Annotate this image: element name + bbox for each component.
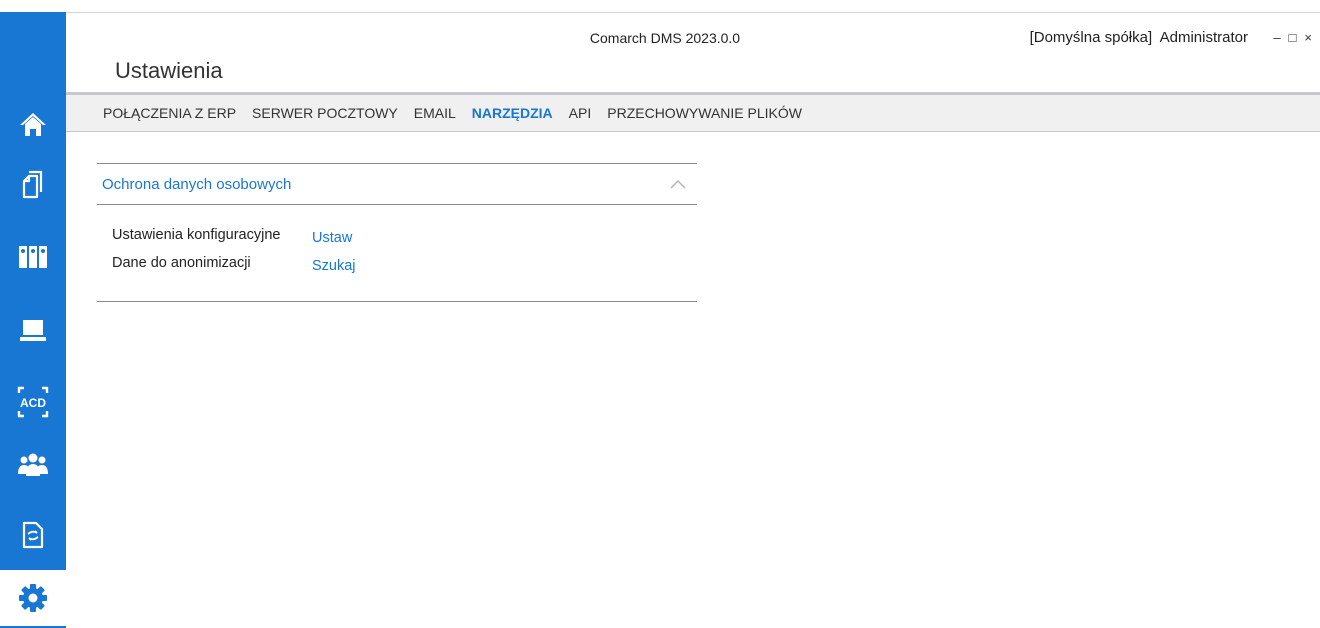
tab-erp-connections[interactable]: POŁĄCZENIA Z ERP xyxy=(103,105,236,121)
document-sync-icon xyxy=(22,521,44,549)
sidebar-item-users[interactable] xyxy=(0,441,66,489)
settings-gear-icon xyxy=(19,584,47,612)
sidebar: ACD xyxy=(0,0,66,628)
row-label: Dane do anonimizacji xyxy=(112,255,251,271)
sidebar-item-workstation[interactable] xyxy=(0,306,66,354)
sidebar-item-binders[interactable] xyxy=(0,232,66,280)
user-info: [Domyślna spółka] Administrator xyxy=(1029,29,1248,46)
close-button[interactable]: × xyxy=(1304,30,1312,45)
panel-body: Ustawienia konfiguracyjne Ustaw Dane do … xyxy=(97,205,697,302)
minimize-button[interactable]: – xyxy=(1273,30,1280,45)
tab-api[interactable]: API xyxy=(569,105,592,121)
panel-header[interactable]: Ochrona danych osobowych xyxy=(97,164,697,205)
settings-row: Dane do anonimizacji Szukaj xyxy=(112,255,697,283)
sidebar-item-documents[interactable] xyxy=(0,161,66,209)
sidebar-item-document-sync[interactable] xyxy=(0,511,66,559)
chevron-up-icon[interactable] xyxy=(669,178,687,190)
documents-icon xyxy=(22,170,43,199)
tab-file-storage[interactable]: PRZECHOWYWANIE PLIKÓW xyxy=(607,105,802,121)
laptop-icon xyxy=(20,320,46,341)
personal-data-protection-panel: Ochrona danych osobowych Ustawienia konf… xyxy=(97,163,697,302)
search-anonymization-link[interactable]: Szukaj xyxy=(312,258,356,274)
tab-tools[interactable]: NARZĘDZIA xyxy=(472,105,553,121)
tab-mail-server[interactable]: SERWER POCZTOWY xyxy=(252,105,398,121)
window-top-border xyxy=(66,12,1320,13)
binders-icon xyxy=(19,246,47,268)
page-title: Ustawienia xyxy=(115,58,223,83)
panel-title: Ochrona danych osobowych xyxy=(102,175,292,193)
svg-text:ACD: ACD xyxy=(20,396,46,410)
set-configuration-link[interactable]: Ustaw xyxy=(312,230,352,246)
settings-row: Ustawienia konfiguracyjne Ustaw xyxy=(112,227,697,255)
maximize-button[interactable]: □ xyxy=(1289,30,1297,45)
users-icon xyxy=(18,453,48,476)
settings-tabs: POŁĄCZENIA Z ERP SERWER POCZTOWY EMAIL N… xyxy=(66,92,1320,132)
sidebar-item-acd[interactable]: ACD xyxy=(0,378,66,426)
sidebar-item-settings[interactable] xyxy=(0,570,66,626)
row-label: Ustawienia konfiguracyjne xyxy=(112,227,281,243)
app-title-text: Comarch DMS 2023.0.0 xyxy=(589,30,741,46)
sidebar-item-home[interactable] xyxy=(0,100,66,148)
home-icon xyxy=(20,113,46,136)
window-controls: – □ × xyxy=(1273,30,1312,45)
acd-scan-icon: ACD xyxy=(17,386,49,418)
tab-email[interactable]: EMAIL xyxy=(414,105,456,121)
